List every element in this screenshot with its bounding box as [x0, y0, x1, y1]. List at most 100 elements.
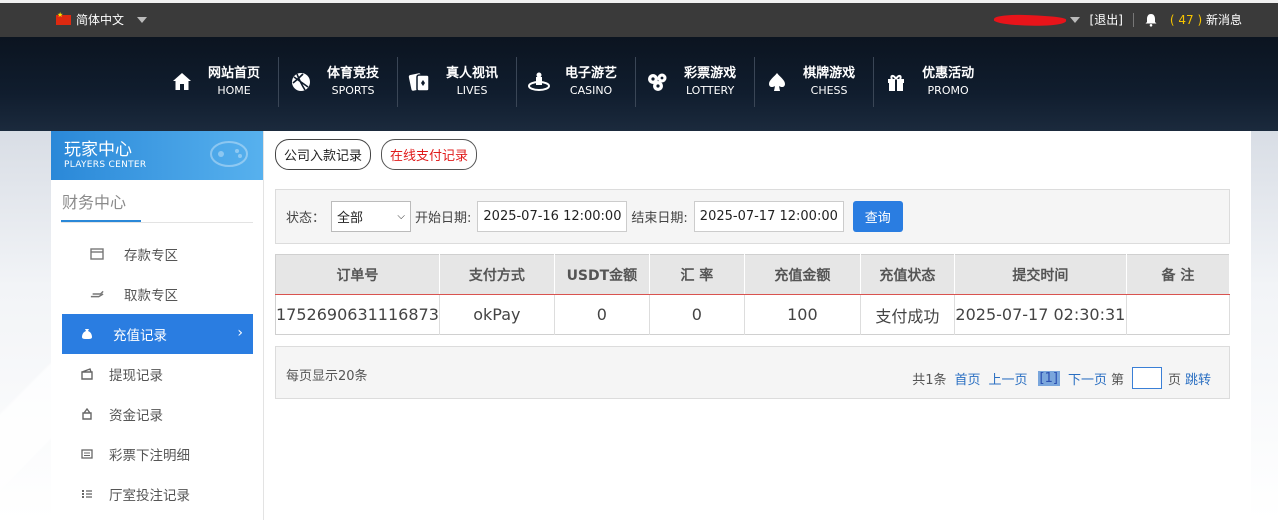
start-date-label: 开始日期: — [415, 211, 472, 226]
new-messages-link[interactable]: ( 47 ) 新消息 — [1170, 11, 1242, 28]
slot-icon — [527, 70, 551, 94]
sidebar-item-label: 取款专区 — [124, 288, 178, 304]
china-flag-icon — [56, 11, 71, 25]
nav-label-en: CHESS — [810, 84, 848, 97]
nav-lives[interactable]: 真人视讯 LIVES — [398, 57, 518, 107]
tab-company-deposits[interactable]: 公司入款记录 — [275, 139, 372, 170]
page-suffix: 页 — [1167, 372, 1181, 388]
chevron-down-icon: ⌵ — [397, 211, 406, 222]
sidebar-item-label: 充值记录 — [113, 328, 167, 344]
bell-icon[interactable] — [1144, 13, 1158, 27]
user-menu-chevron-icon[interactable] — [1069, 16, 1080, 23]
section-title: 财务中心 — [51, 180, 263, 222]
main-nav: 网站首页 HOME 体育竞技 SPORTS 真人视讯 LIVES 电子游艺 CASINO… — [0, 37, 1278, 131]
pagination-bar: 每页显示20条 共1条 首页 上一页 [1] 下一页 第 页 跳转 — [275, 346, 1230, 399]
list-icon — [80, 447, 94, 461]
money-bag-icon — [80, 327, 94, 341]
spade-icon — [765, 70, 789, 94]
jump-button[interactable]: 跳转 — [1185, 369, 1211, 388]
column-header: 备 注 — [1126, 254, 1231, 295]
table-header-row: 订单号 支付方式 USDT金额 汇 率 充值金额 充值状态 提交时间 备 注 — [275, 254, 1231, 295]
sidebar-item-label: 厅室投注记录 — [109, 488, 190, 504]
home-icon — [170, 70, 194, 94]
column-header: 充值状态 — [860, 254, 955, 295]
chevron-right-icon: › — [237, 325, 243, 341]
sidebar-item-label: 提现记录 — [109, 368, 163, 384]
nav-label-cn: 网站首页 — [208, 66, 261, 81]
submit-time-cell: 2025-07-17 02:30:31 — [954, 294, 1127, 335]
column-header: 汇 率 — [649, 254, 745, 295]
column-header: 提交时间 — [954, 254, 1127, 295]
sidebar-item-label: 彩票下注明细 — [109, 448, 190, 464]
nav-chess[interactable]: 棋牌游戏 CHESS — [755, 57, 875, 107]
nav-label-en: LOTTERY — [685, 84, 735, 97]
nav-label-cn: 彩票游戏 — [684, 66, 737, 81]
sidebar-item-withdraw-records[interactable]: 提现记录 — [62, 354, 253, 394]
wallet-icon — [80, 367, 94, 381]
logout-link[interactable]: [退出] — [1090, 11, 1123, 28]
sidebar-item-fund-records[interactable]: 资金记录 — [62, 394, 253, 434]
payment-method-cell: okPay — [439, 294, 555, 335]
withdraw-icon — [90, 287, 104, 301]
nav-sports[interactable]: 体育竞技 SPORTS — [279, 57, 399, 107]
nav-casino[interactable]: 电子游艺 CASINO — [517, 57, 637, 107]
lottery-balls-icon — [646, 70, 670, 94]
sidebar-item-deposit[interactable]: 存款专区 — [62, 234, 253, 274]
top-bar: 简体中文 [退出] ( 47 ) 新消息 — [0, 0, 1278, 37]
funds-icon — [80, 407, 94, 421]
status-select-value: 全部 — [337, 211, 364, 226]
gift-icon — [884, 70, 908, 94]
query-button[interactable]: 查询 — [852, 201, 903, 232]
first-page-link[interactable]: 首页 — [954, 369, 980, 388]
nav-label-cn: 电子游艺 — [565, 66, 618, 81]
ball-icon — [289, 70, 313, 94]
record-tabs: 公司入款记录 在线支付记录 — [275, 139, 478, 170]
main-panel: 公司入款记录 在线支付记录 状态： 全部 ⌵ 开始日期: 2025-07-16 … — [264, 131, 1251, 520]
language-label: 简体中文 — [76, 13, 125, 27]
sidebar-item-hall-bets[interactable]: 厅室投注记录 — [62, 474, 253, 514]
username-redacted[interactable] — [994, 14, 1064, 26]
remarks-cell — [1126, 294, 1231, 335]
start-date-input[interactable]: 2025-07-16 12:00:00 — [477, 201, 628, 232]
recharge-table: 订单号 支付方式 USDT金额 汇 率 充值金额 充值状态 提交时间 备 注 1… — [275, 254, 1231, 335]
nav-home[interactable]: 网站首页 HOME — [160, 57, 280, 107]
exchange-rate-cell: 0 — [649, 294, 745, 335]
language-selector[interactable]: 简体中文 — [56, 11, 148, 28]
divider — [1132, 12, 1134, 27]
column-header: 订单号 — [275, 254, 440, 295]
deposit-icon — [90, 247, 104, 261]
nav-label-en: PROMO — [927, 84, 969, 97]
recharge-status-cell: 支付成功 — [860, 294, 955, 335]
page-prefix: 第 — [1110, 372, 1124, 388]
page-jump-input[interactable] — [1131, 367, 1162, 389]
nav-promo[interactable]: 优惠活动 PROMO — [874, 57, 992, 107]
sidebar: 玩家中心 PLAYERS CENTER 财务中心 存款专区 取款专区 充值记录 … — [51, 131, 264, 520]
sidebar-item-recharge-records[interactable]: 充值记录 › — [62, 314, 253, 354]
sidebar-item-withdraw[interactable]: 取款专区 — [62, 274, 253, 314]
current-page[interactable]: [1] — [1037, 370, 1060, 386]
end-date-input[interactable]: 2025-07-17 12:00:00 — [693, 201, 844, 232]
status-label: 状态： — [286, 211, 326, 226]
user-area: [退出] ( 47 ) 新消息 — [994, 11, 1242, 28]
chevron-down-icon — [137, 16, 148, 23]
sidebar-menu: 存款专区 取款专区 充值记录 › 提现记录 资金记录 彩票下注明细 厅室投注记录 — [51, 223, 263, 514]
next-page-link[interactable]: 下一页 — [1068, 369, 1107, 388]
status-select[interactable]: 全部 ⌵ — [331, 201, 412, 232]
tab-online-payments[interactable]: 在线支付记录 — [381, 139, 478, 170]
nav-label-cn: 真人视讯 — [446, 66, 499, 81]
filter-bar: 状态： 全部 ⌵ 开始日期: 2025-07-16 12:00:00 结束日期:… — [275, 189, 1230, 244]
sidebar-item-label: 存款专区 — [124, 248, 178, 264]
nav-label-en: LIVES — [456, 84, 488, 97]
nav-label-cn: 优惠活动 — [922, 66, 975, 81]
column-header: 支付方式 — [439, 254, 555, 295]
column-header: 充值金额 — [744, 254, 861, 295]
nav-label-en: SPORTS — [331, 84, 375, 97]
nav-lottery[interactable]: 彩票游戏 LOTTERY — [636, 57, 756, 107]
sidebar-item-label: 资金记录 — [109, 408, 163, 424]
sidebar-item-lottery-bets[interactable]: 彩票下注明细 — [62, 434, 253, 474]
prev-page-link[interactable]: 上一页 — [989, 369, 1028, 388]
per-page-text: 每页显示20条 — [286, 369, 368, 384]
table-row: 1752690631116873 okPay 0 0 100 支付成功 2025… — [275, 294, 1231, 335]
total-count: 共1条 — [912, 372, 947, 388]
message-label: 新消息 — [1205, 13, 1242, 27]
